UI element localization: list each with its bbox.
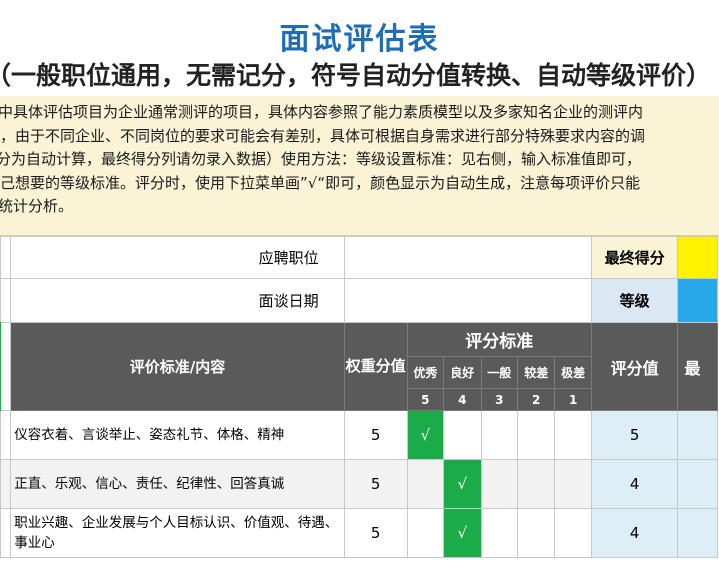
rating-cell-excellent[interactable]: √ [406,410,445,460]
final-score-label: 最终得分 [590,236,679,279]
rating-cell-very-poor[interactable] [554,508,592,558]
sheet-title: 面试评估表 [279,22,440,57]
score-value-header: 评分值 [590,322,679,411]
description-box: 中具体评估项目为企业通常测评的项目，具体内容参照了能力素质模型以及多家知名企业的… [0,96,719,236]
rating-cell-good[interactable]: √ [443,508,482,558]
criteria-header: 评价标准/内容 [10,322,345,411]
weight-cell[interactable]: 5 [343,459,408,509]
weight-cell[interactable]: 5 [343,508,408,558]
rating-cell-very-poor[interactable] [554,410,592,460]
rating-cell-average[interactable] [480,459,518,509]
description-line: 统计分析。 [0,197,74,215]
grade-value[interactable] [677,278,718,323]
rating-cell-poor[interactable] [516,410,556,460]
description-line: 分为自动计算，最终得分列请勿录入数据）使用方法：等级设置标准：见右侧，输入标准值… [0,150,642,168]
rating-cell-good[interactable]: √ [443,459,482,509]
row-index-cell[interactable] [0,459,12,509]
level-points: 5 [406,388,445,411]
rating-cell-excellent[interactable] [406,459,445,509]
weight-header: 权重分值 [343,322,408,411]
rating-cell-excellent[interactable] [406,508,445,558]
final-score-value[interactable] [677,236,718,279]
description-line: 己想要的等级标准。评分时，使用下拉菜单画”√“即可，颜色显示为自动生成，注意每项… [0,173,641,192]
level-points: 2 [516,388,556,411]
rating-cell-poor[interactable] [516,459,556,509]
table-row: 职业兴趣、企业发展与个人目标认识、价值观、待遇、事业心 5 √ 4 [0,508,718,558]
rating-cell-average[interactable] [480,508,518,558]
score-value-cell: 4 [590,508,679,558]
table-row: 正直、乐观、信心、责任、纪律性、回答真诚 5 √ 4 [0,459,718,509]
rating-cell-very-poor[interactable] [554,459,592,509]
score-value-cell: 4 [590,459,679,509]
date-input[interactable] [343,278,592,323]
score-value-cell: 5 [590,410,679,460]
selected-cell-edge[interactable] [0,322,12,411]
final-cell [677,459,718,509]
rating-cell-good[interactable] [443,410,482,460]
row-index-cell[interactable] [0,508,12,558]
criteria-content[interactable]: 职业兴趣、企业发展与个人目标认识、价值观、待遇、事业心 [10,508,345,558]
description-line: ，由于不同企业、不同岗位的要求可能会有差别，具体可根据自身需求进行部分特殊要求内… [0,126,646,145]
row-index-cell[interactable] [0,278,12,323]
level-very-poor: 极差 [554,356,592,389]
level-poor: 较差 [516,356,556,389]
sheet-subtitle: （一般职位通用，无需记分，符号自动分值转换、自动等级评价） [0,61,712,90]
table-row: 仪容衣着、言谈举止、姿态礼节、体格、精神 5 √ 5 [0,410,718,460]
level-average: 一般 [480,356,518,389]
row-index-cell[interactable] [0,410,12,460]
grade-label: 等级 [590,278,679,323]
level-points: 3 [480,388,518,411]
final-cell [677,410,718,460]
rating-cell-poor[interactable] [516,508,556,558]
level-points: 1 [554,388,592,411]
position-label: 应聘职位 [10,236,345,279]
evaluation-table: 应聘职位 最终得分 面谈日期 等级 评价标准/内容 权重分值 评分标准 评分值 … [0,236,718,558]
criteria-content[interactable]: 仪容衣着、言谈举止、姿态礼节、体格、精神 [10,410,345,460]
level-points: 4 [443,388,482,411]
cut-off-header: 最 [677,322,718,411]
criteria-content[interactable]: 正直、乐观、信心、责任、纪律性、回答真诚 [10,459,345,509]
weight-cell[interactable]: 5 [343,410,408,460]
date-label: 面谈日期 [10,278,345,323]
final-cell [677,508,718,558]
standard-header: 评分标准 [406,322,592,357]
position-input[interactable] [343,236,592,279]
description-line: 中具体评估项目为企业通常测评的项目，具体内容参照了能力素质模型以及多家知名企业的… [0,103,644,121]
level-good: 良好 [443,356,482,389]
level-excellent: 优秀 [406,356,445,389]
row-index-cell[interactable] [0,236,12,279]
rating-cell-average[interactable] [480,410,518,460]
